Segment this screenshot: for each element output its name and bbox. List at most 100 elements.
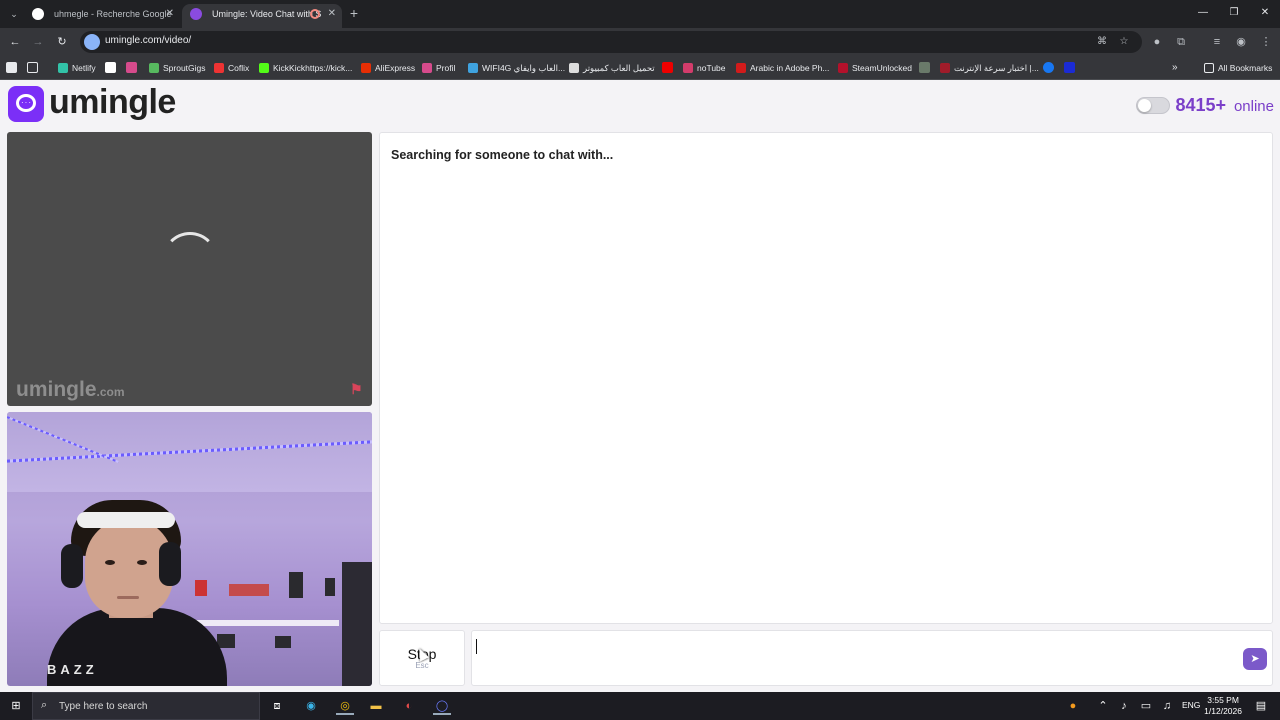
headband [77, 512, 175, 528]
all-bookmarks-folder[interactable]: All Bookmarks [1204, 61, 1272, 75]
bookmark-square-icon[interactable] [6, 62, 17, 73]
bookmark-kick[interactable]: KickKickhttps://kick... [259, 61, 352, 75]
bookmark-globe-icon[interactable] [919, 62, 930, 73]
restore-icon[interactable]: ❐ [1219, 4, 1249, 22]
online-label: online [1233, 98, 1274, 115]
bookmark-netlify[interactable]: Netlify [58, 61, 96, 75]
chat-bubble-logo-icon: ··· [8, 86, 44, 122]
address-bar[interactable]: umingle.com/video/ ⌘ ☆ [80, 31, 1142, 53]
microphone-icon[interactable]: ♪ [1115, 697, 1133, 715]
umingle-favicon-icon [190, 8, 202, 20]
browser-menu-icon[interactable]: ⋮ [1258, 33, 1274, 51]
coflix-icon [214, 63, 224, 73]
notifications-icon[interactable]: ▤ [1252, 697, 1270, 715]
profile-avatar-icon[interactable]: ◉ [1233, 33, 1249, 51]
aliexpress-icon [361, 63, 371, 73]
loading-spinner-icon [162, 232, 218, 288]
apps-grid-icon[interactable] [27, 62, 38, 73]
bookmark-instagram-icon[interactable] [126, 62, 137, 73]
app-red-icon[interactable]: ◐ [400, 697, 418, 715]
steamunlocked-icon [838, 63, 848, 73]
games-icon [569, 63, 579, 73]
browser-tab-bar: ⌄ uhmegle - Recherche Google ✕ Umingle: … [0, 0, 1280, 28]
bookmark-coflix[interactable]: Coflix [214, 61, 249, 75]
report-flag-icon[interactable]: ⚑ [350, 382, 366, 396]
close-tab-icon[interactable]: ✕ [166, 4, 174, 24]
send-icon[interactable]: ➤ [1243, 648, 1267, 670]
bookmarks-bar: Netlify SproutGigs Coflix KickKickhttps:… [0, 56, 1280, 80]
minimize-icon[interactable]: — [1188, 4, 1218, 22]
wall-shelf [189, 620, 339, 626]
recording-indicator-icon [310, 9, 320, 19]
sproutgigs-icon [149, 63, 159, 73]
tab-google-search[interactable]: uhmegle - Recherche Google ✕ [24, 4, 180, 28]
message-input[interactable]: ➤ [471, 630, 1273, 686]
volume-icon[interactable]: ♫ [1158, 697, 1176, 715]
tab-title: Umingle: Video Chat with S [212, 9, 322, 19]
translate-icon[interactable]: ⌘ [1095, 35, 1109, 49]
taskbar-clock[interactable]: 3:55 PM 1/12/2026 [1204, 695, 1242, 717]
taskbar-search-box[interactable]: ⌕ Type here to search [32, 692, 260, 720]
bookmark-star-icon[interactable]: ☆ [1117, 35, 1131, 49]
clock-time: 3:55 PM [1207, 695, 1239, 705]
doorway [342, 562, 372, 686]
bookmark-sproutgigs[interactable]: SproutGigs [149, 61, 206, 75]
bookmark-wifi4g[interactable]: WIFI4G العاب وايفاي... [468, 61, 565, 75]
online-indicator: 8415+ online [1124, 95, 1274, 117]
bookmark-youtube-icon[interactable] [662, 62, 673, 73]
bookmark-blue-icon[interactable] [1064, 62, 1075, 73]
bookmark-pc-games[interactable]: تحميل العاب كمبيوتر [569, 61, 655, 75]
weather-icon[interactable]: ● [1064, 697, 1082, 715]
esc-shortcut-hint: Esc [415, 661, 429, 670]
umingle-page: ··· umingle 8415+ online umingle.com ⚑ B… [0, 80, 1280, 692]
bookmark-steamunlocked[interactable]: SteamUnlocked [838, 61, 912, 75]
bookmark-facebook-icon[interactable] [1043, 62, 1054, 73]
network-icon[interactable]: ▭ [1137, 697, 1155, 715]
media-controls-icon[interactable]: ≡ [1209, 33, 1225, 51]
bookmark-aliexpress[interactable]: AliExpress [361, 61, 415, 75]
windows-start-icon[interactable]: ⊞ [7, 697, 25, 715]
reload-icon[interactable]: ↻ [53, 33, 71, 51]
kick-icon [259, 63, 269, 73]
chat-log-panel: Searching for someone to chat with... [379, 132, 1273, 624]
theme-toggle[interactable] [1136, 97, 1170, 114]
new-tab-icon[interactable]: + [346, 4, 362, 22]
task-view-icon[interactable]: ⧈ [268, 697, 286, 715]
windows-taskbar: ⊞ ⌕ Type here to search ⧈ ◉ ◎ ▬ ◐ ◯ ● ⌃ … [0, 692, 1280, 720]
tray-chevron-icon[interactable]: ⌃ [1094, 697, 1112, 715]
bookmark-speed-test[interactable]: اختبار سرعة الإنترنت |... [940, 61, 1039, 75]
bookmarks-overflow-icon[interactable]: » [1172, 62, 1183, 73]
wifi4g-icon [468, 63, 478, 73]
logo-text: umingle [49, 83, 176, 121]
tab-umingle[interactable]: Umingle: Video Chat with S ✕ [182, 4, 342, 28]
extensions-puzzle-icon[interactable]: ⧉ [1173, 33, 1189, 51]
browser-toolbar: ← → ↻ umingle.com/video/ ⌘ ☆ ● ⧉ ≡ ◉ ⋮ [0, 28, 1280, 56]
tab-search-chevron-icon[interactable]: ⌄ [6, 6, 22, 22]
bookmark-c-icon[interactable] [105, 62, 116, 73]
instagram-icon [422, 63, 432, 73]
language-indicator[interactable]: ENG [1182, 700, 1200, 710]
file-explorer-icon[interactable]: ▬ [367, 697, 385, 715]
bookmark-profil[interactable]: Profil [422, 61, 455, 75]
site-info-icon[interactable] [84, 34, 100, 50]
window-close-icon[interactable]: ✕ [1250, 4, 1280, 22]
video-watermark: umingle.com [16, 378, 125, 401]
shirt-text: BAZZ [47, 662, 98, 677]
bookmark-arabic-adobe[interactable]: Arabic in Adobe Ph... [736, 61, 829, 75]
tab-title: uhmegle - Recherche Google [54, 9, 172, 19]
arabic-adobe-icon [736, 63, 746, 73]
app-blue-circle-icon[interactable]: ◯ [433, 697, 451, 715]
edge-icon[interactable]: ◉ [302, 697, 320, 715]
netlify-icon [58, 63, 68, 73]
back-icon[interactable]: ← [6, 33, 24, 51]
stop-button[interactable]: Stop Esc [379, 630, 465, 686]
chrome-icon[interactable]: ◎ [336, 697, 354, 715]
forward-icon[interactable]: → [29, 33, 47, 51]
extension-dot-icon[interactable]: ● [1149, 33, 1165, 51]
url-text[interactable]: umingle.com/video/ [105, 35, 191, 46]
stranger-video: umingle.com ⚑ [7, 132, 372, 406]
self-webcam-video: BAZZ [7, 412, 372, 686]
bookmark-notube[interactable]: noTube [683, 61, 726, 75]
speed-test-icon [940, 63, 950, 73]
close-tab-icon[interactable]: ✕ [328, 4, 336, 24]
